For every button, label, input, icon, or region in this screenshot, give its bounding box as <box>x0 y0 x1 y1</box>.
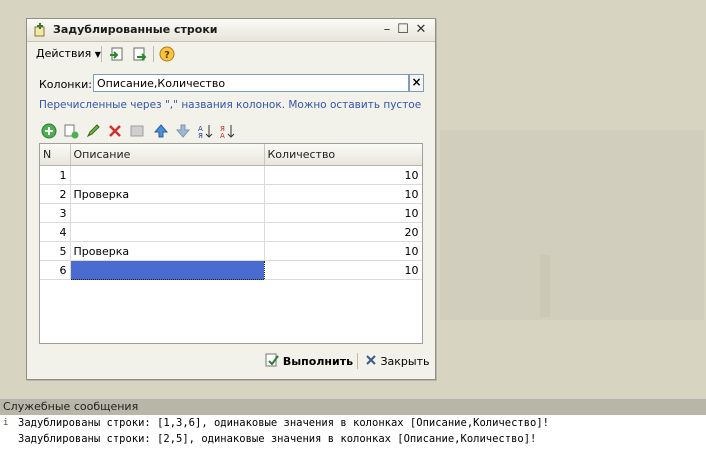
messages-panel: Служебные сообщения i Задублированы стро… <box>0 399 706 463</box>
export-icon[interactable] <box>131 46 147 62</box>
actions-label: Действия <box>36 47 92 60</box>
description-cell-selected[interactable] <box>69 260 265 280</box>
table-row[interactable]: 4 20 <box>40 222 422 242</box>
import-icon[interactable] <box>109 46 125 62</box>
background-panel-edge <box>540 255 550 317</box>
svg-text:?: ? <box>164 50 170 61</box>
table-header-row: N Описание Количество <box>40 144 422 166</box>
info-icon: i <box>3 418 9 428</box>
column-header-quantity[interactable]: Количество <box>264 144 422 166</box>
duplicates-table[interactable]: N Описание Количество 1 10 2 Проверка 10 <box>39 143 423 344</box>
close-label: Закрыть <box>380 355 430 368</box>
copy-row-icon[interactable] <box>63 123 79 139</box>
close-button[interactable]: Закрыть <box>365 352 430 372</box>
quantity-cell[interactable]: 10 <box>264 165 422 185</box>
window-title: Задублированные строки <box>53 23 218 36</box>
svg-text:A: A <box>220 132 225 139</box>
delete-row-icon[interactable] <box>107 123 123 139</box>
row-number: 2 <box>40 184 71 204</box>
run-label: Выполнить <box>282 355 354 368</box>
table-row-selected[interactable]: 6 10 <box>40 260 422 280</box>
edit-row-icon[interactable] <box>85 123 101 139</box>
toolbar-separator <box>101 46 102 62</box>
row-number: 1 <box>40 165 71 185</box>
background-panel <box>440 130 704 320</box>
maximize-icon[interactable]: ☐ <box>395 22 411 38</box>
table-row[interactable]: 3 10 <box>40 203 422 223</box>
messages-header: Служебные сообщения <box>0 399 706 415</box>
row-number: 5 <box>40 241 71 261</box>
toolbar-separator <box>153 46 154 62</box>
message-line: Задублированы строки: [2,5], одинаковые … <box>18 433 537 445</box>
row-number: 6 <box>40 260 71 280</box>
grid-toolbar: A Я Я A <box>39 120 419 140</box>
description-cell[interactable]: Проверка <box>70 184 265 204</box>
row-number: 4 <box>40 222 71 242</box>
table-row[interactable]: 2 Проверка 10 <box>40 184 422 204</box>
dropdown-arrow-icon: ▼ <box>94 50 101 59</box>
button-separator <box>357 353 358 369</box>
add-row-icon[interactable] <box>41 123 57 139</box>
help-icon[interactable]: ? <box>159 46 175 62</box>
move-down-icon[interactable] <box>175 123 191 139</box>
columns-input[interactable]: Описание,Количество <box>93 74 409 92</box>
quantity-cell[interactable]: 20 <box>264 222 422 242</box>
run-icon <box>265 353 279 367</box>
table-row[interactable]: 1 10 <box>40 165 422 185</box>
column-header-n[interactable]: N <box>40 144 71 166</box>
svg-text:Я: Я <box>198 132 203 139</box>
columns-hint: Перечисленные через "," названия колонок… <box>39 99 422 111</box>
quantity-cell[interactable]: 10 <box>264 260 422 280</box>
row-number: 3 <box>40 203 71 223</box>
description-cell[interactable] <box>70 165 265 185</box>
close-icon[interactable]: ✕ <box>413 22 429 38</box>
sort-descending-icon[interactable]: Я A <box>219 123 235 139</box>
description-cell[interactable] <box>70 222 265 242</box>
column-header-description[interactable]: Описание <box>70 144 265 166</box>
close-x-icon <box>366 355 376 365</box>
command-bar: Действия ▼ ? <box>31 43 429 65</box>
description-cell[interactable]: Проверка <box>70 241 265 261</box>
sort-ascending-icon[interactable]: A Я <box>197 123 213 139</box>
dialog-window: Задублированные строки – ☐ ✕ Действия ▼ … <box>26 18 436 380</box>
table-row[interactable]: 5 Проверка 10 <box>40 241 422 261</box>
run-button[interactable]: Выполнить <box>265 352 353 372</box>
form-icon <box>34 23 45 37</box>
columns-label: Колонки: <box>39 78 92 91</box>
quantity-cell[interactable]: 10 <box>264 241 422 261</box>
end-edit-icon[interactable] <box>129 123 145 139</box>
minimize-icon[interactable]: – <box>379 22 395 38</box>
move-up-icon[interactable] <box>153 123 169 139</box>
quantity-cell[interactable]: 10 <box>264 184 422 204</box>
clear-field-icon[interactable]: × <box>409 74 424 92</box>
quantity-cell[interactable]: 10 <box>264 203 422 223</box>
description-cell[interactable] <box>70 203 265 223</box>
actions-menu-button[interactable]: Действия ▼ <box>33 45 104 63</box>
message-line: Задублированы строки: [1,3,6], одинаковы… <box>18 417 550 429</box>
window-titlebar[interactable]: Задублированные строки – ☐ ✕ <box>27 19 435 42</box>
